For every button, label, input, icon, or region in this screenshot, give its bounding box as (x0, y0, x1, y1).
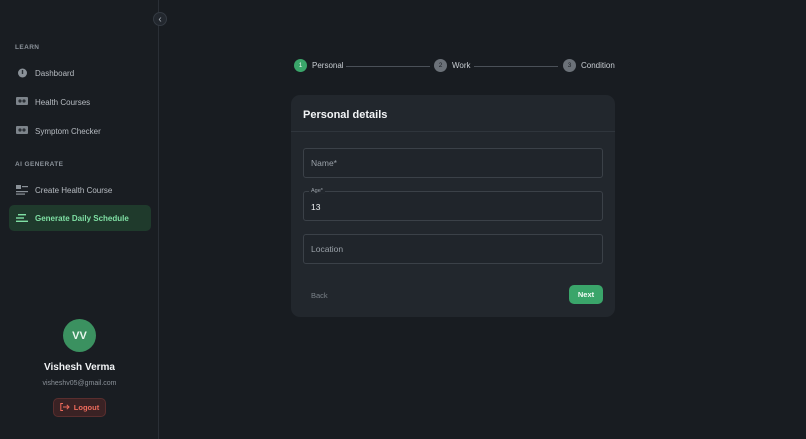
step-work: 2 Work (434, 59, 471, 72)
courses-icon (16, 97, 28, 107)
age-field[interactable]: Age* 13 (303, 188, 603, 221)
sidebar-item-label: Generate Daily Schedule (35, 213, 129, 223)
next-button[interactable]: Next (569, 285, 603, 304)
step-number: 2 (434, 59, 447, 72)
avatar: VV (63, 319, 96, 352)
user-name: Vishesh Verma (44, 362, 115, 373)
step-label: Personal (312, 61, 344, 70)
step-connector (474, 66, 558, 67)
collapse-sidebar-button[interactable]: ‹ (153, 12, 167, 26)
symptom-icon (16, 126, 28, 136)
sidebar-item-dashboard[interactable]: Dashboard (9, 60, 151, 86)
sidebar-item-create-health-course[interactable]: Create Health Course (9, 177, 151, 203)
name-placeholder: Name* (311, 158, 337, 168)
age-label: Age* (309, 188, 325, 194)
dashboard-icon (16, 68, 28, 78)
sidebar: LEARN Dashboard Health Courses Symptom C… (0, 0, 159, 439)
schedule-icon (16, 213, 28, 223)
section-label-ai-generate: AI GENERATE (15, 161, 64, 168)
card-title: Personal details (303, 109, 388, 121)
step-label: Work (452, 61, 471, 70)
sidebar-item-label: Dashboard (35, 68, 75, 78)
sidebar-item-health-courses[interactable]: Health Courses (9, 89, 151, 115)
sidebar-item-generate-daily-schedule[interactable]: Generate Daily Schedule (9, 205, 151, 231)
sidebar-item-symptom-checker[interactable]: Symptom Checker (9, 118, 151, 144)
chevron-left-icon: ‹ (158, 13, 162, 25)
step-condition: 3 Condition (563, 59, 615, 72)
step-number: 1 (294, 59, 307, 72)
location-placeholder: Location (311, 244, 344, 254)
sidebar-item-label: Symptom Checker (35, 126, 101, 136)
step-personal: 1 Personal (294, 59, 344, 72)
step-connector (346, 66, 430, 67)
section-label-learn: LEARN (15, 44, 40, 51)
sidebar-item-label: Create Health Course (35, 185, 113, 195)
logout-icon (60, 402, 70, 413)
step-label: Condition (581, 61, 615, 70)
logout-button[interactable]: Logout (53, 398, 106, 417)
logout-label: Logout (73, 403, 100, 412)
create-course-icon (16, 185, 28, 195)
divider (291, 131, 615, 132)
back-button[interactable]: Back (311, 291, 328, 300)
user-email: visheshv05@gmail.com (42, 380, 117, 387)
location-field[interactable]: Location (303, 234, 603, 264)
personal-details-card: Personal details Name* Age* 13 Location … (291, 95, 615, 317)
age-value: 13 (311, 202, 321, 212)
step-number: 3 (563, 59, 576, 72)
sidebar-item-label: Health Courses (35, 97, 91, 107)
name-field[interactable]: Name* (303, 148, 603, 178)
